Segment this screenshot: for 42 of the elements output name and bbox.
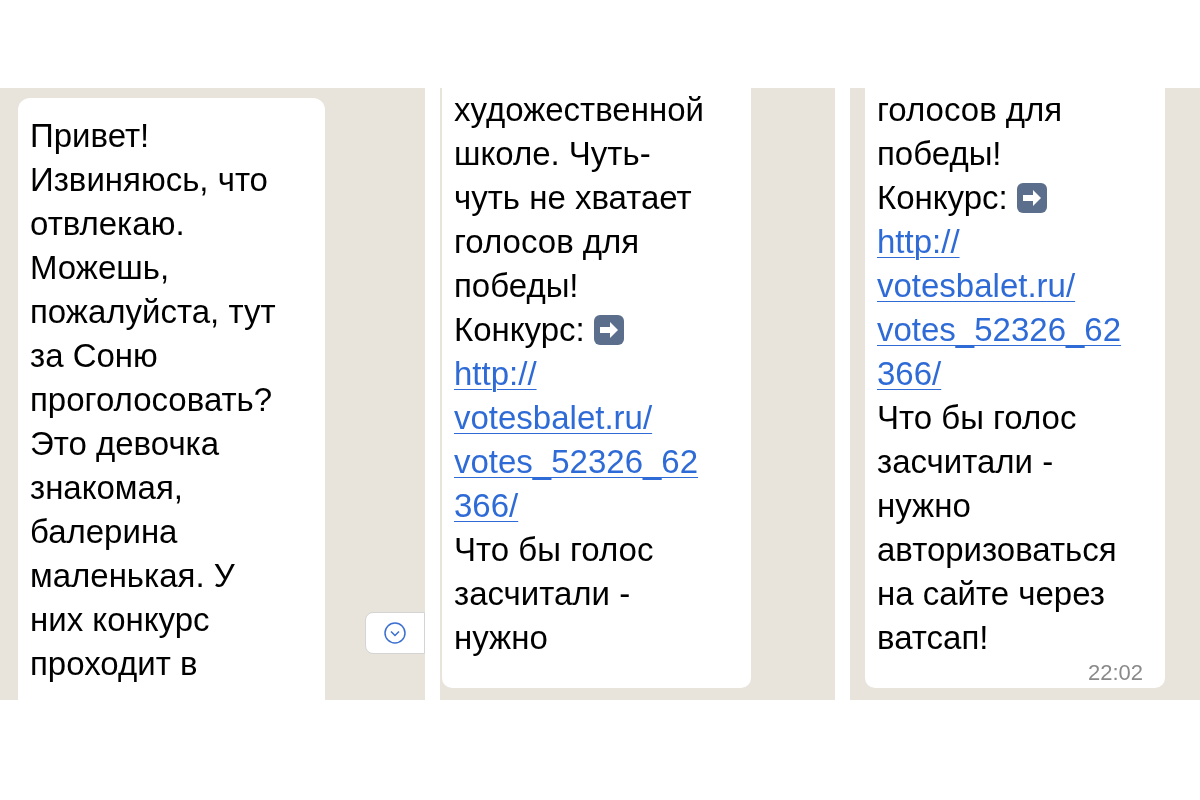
message-link[interactable]: votes_52326_62 <box>454 443 699 480</box>
message-text: знакомая, <box>30 469 183 506</box>
message-text: нужно <box>454 619 548 656</box>
message-text: художественной <box>454 91 704 128</box>
message-text: Конкурс: <box>454 310 585 350</box>
message-text: за Соню <box>30 337 158 374</box>
message-link[interactable]: 366/ <box>877 355 942 392</box>
message-text: маленькая. У <box>30 557 235 594</box>
message-text: Извиняюсь, что <box>30 161 268 198</box>
message-text: на сайте через <box>877 575 1105 612</box>
message-link[interactable]: votesbalet.ru/ <box>877 267 1076 304</box>
message-text: Конкурс: <box>877 178 1008 218</box>
message-text: победы! <box>454 267 579 304</box>
message-text: голосов для <box>454 223 640 260</box>
message-text: пожалуйста, тут <box>30 293 276 330</box>
message-text: засчитали - <box>454 575 631 612</box>
message-text: чуть не хватает <box>454 179 692 216</box>
message-text: отвлекаю. <box>30 205 185 242</box>
message-link[interactable]: votes_52326_62 <box>877 311 1122 348</box>
chevron-down-icon <box>383 621 407 645</box>
message-text: победы! <box>877 135 1002 172</box>
message-text: засчитали - <box>877 443 1054 480</box>
message-link[interactable]: 366/ <box>454 487 519 524</box>
message-text: ватсап! <box>877 619 989 656</box>
message-text: проголосовать? <box>30 381 273 418</box>
message-text: Что бы голос <box>877 399 1077 436</box>
message-text: Можешь, <box>30 249 170 286</box>
message-text: нужно <box>877 487 971 524</box>
message-text: школе. Чуть- <box>454 135 651 172</box>
message-text: них конкурс <box>30 601 210 638</box>
message-text: проходит в <box>30 645 198 682</box>
message-text: балерина <box>30 513 178 550</box>
message-text: голосов для <box>877 91 1063 128</box>
message-link[interactable]: votesbalet.ru/ <box>454 399 653 436</box>
message-text: Что бы голос <box>454 531 654 568</box>
message-text: авторизоваться <box>877 531 1117 568</box>
message-link[interactable]: http:// <box>454 355 537 392</box>
message-link[interactable]: http:// <box>877 223 960 260</box>
message-text: Это девочка <box>30 425 220 462</box>
message-time: 22:02 <box>1087 659 1143 687</box>
message-text: Привет! <box>30 117 150 154</box>
scroll-down-button[interactable] <box>365 612 425 654</box>
